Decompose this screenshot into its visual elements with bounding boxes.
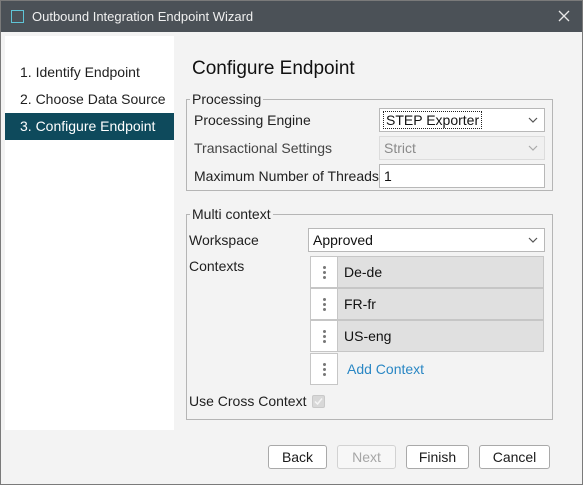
close-button[interactable] (552, 5, 576, 27)
context-item[interactable]: US-eng (338, 320, 544, 352)
steps-nav: 1. Identify Endpoint 2. Choose Data Sour… (5, 36, 174, 430)
cross-context-label: Use Cross Context (189, 393, 307, 409)
processing-engine-select[interactable]: STEP Exporter (379, 108, 545, 132)
workspace-value: Approved (313, 232, 373, 248)
workspace-select[interactable]: Approved (308, 228, 545, 252)
context-item[interactable]: De-de (338, 256, 544, 288)
transactional-settings-label: Transactional Settings (194, 140, 332, 156)
drag-handle[interactable] (310, 288, 338, 320)
max-threads-input[interactable]: 1 (379, 164, 545, 188)
back-button[interactable]: Back (268, 445, 327, 469)
finish-button[interactable]: Finish (406, 445, 469, 469)
multi-context-group-title: Multi context (190, 206, 273, 222)
step-choose-data-source[interactable]: 2. Choose Data Source (5, 86, 174, 113)
drag-handle-icon (323, 266, 326, 281)
drag-handle[interactable] (310, 320, 338, 352)
transactional-settings-select: Strict (379, 136, 545, 160)
processing-engine-value: STEP Exporter (382, 111, 483, 129)
add-context-link[interactable]: Add Context (347, 361, 424, 377)
wizard-window: Outbound Integration Endpoint Wizard 1. … (0, 0, 583, 485)
add-context-row (310, 353, 545, 385)
context-item[interactable]: FR-fr (338, 288, 544, 320)
step-configure-endpoint[interactable]: 3. Configure Endpoint (5, 113, 174, 140)
next-button[interactable]: Next (337, 445, 396, 469)
chevron-down-icon (528, 145, 538, 151)
drag-handle[interactable] (310, 353, 338, 385)
title-bar[interactable]: Outbound Integration Endpoint Wizard (1, 1, 582, 32)
app-icon (11, 10, 24, 23)
transactional-settings-value: Strict (384, 140, 416, 156)
context-row: FR-fr (310, 288, 545, 320)
drag-handle[interactable] (310, 256, 338, 288)
chevron-down-icon (528, 117, 538, 123)
workspace-label: Workspace (189, 232, 259, 248)
step-identify-endpoint[interactable]: 1. Identify Endpoint (5, 59, 174, 86)
cross-context-checkbox (312, 395, 325, 408)
close-icon (558, 10, 570, 22)
cancel-button[interactable]: Cancel (479, 445, 550, 469)
checkmark-icon (314, 398, 323, 406)
context-row: US-eng (310, 320, 545, 352)
processing-engine-label: Processing Engine (194, 112, 311, 128)
page-title: Configure Endpoint (192, 58, 355, 79)
drag-handle-icon (323, 298, 326, 313)
window-title: Outbound Integration Endpoint Wizard (32, 9, 254, 24)
drag-handle-icon (323, 330, 326, 345)
contexts-label: Contexts (189, 258, 245, 274)
processing-group-title: Processing (190, 91, 264, 107)
drag-handle-icon (323, 363, 326, 378)
context-row: De-de (310, 256, 545, 288)
chevron-down-icon (528, 237, 538, 243)
max-threads-label: Maximum Number of Threads (194, 168, 379, 184)
